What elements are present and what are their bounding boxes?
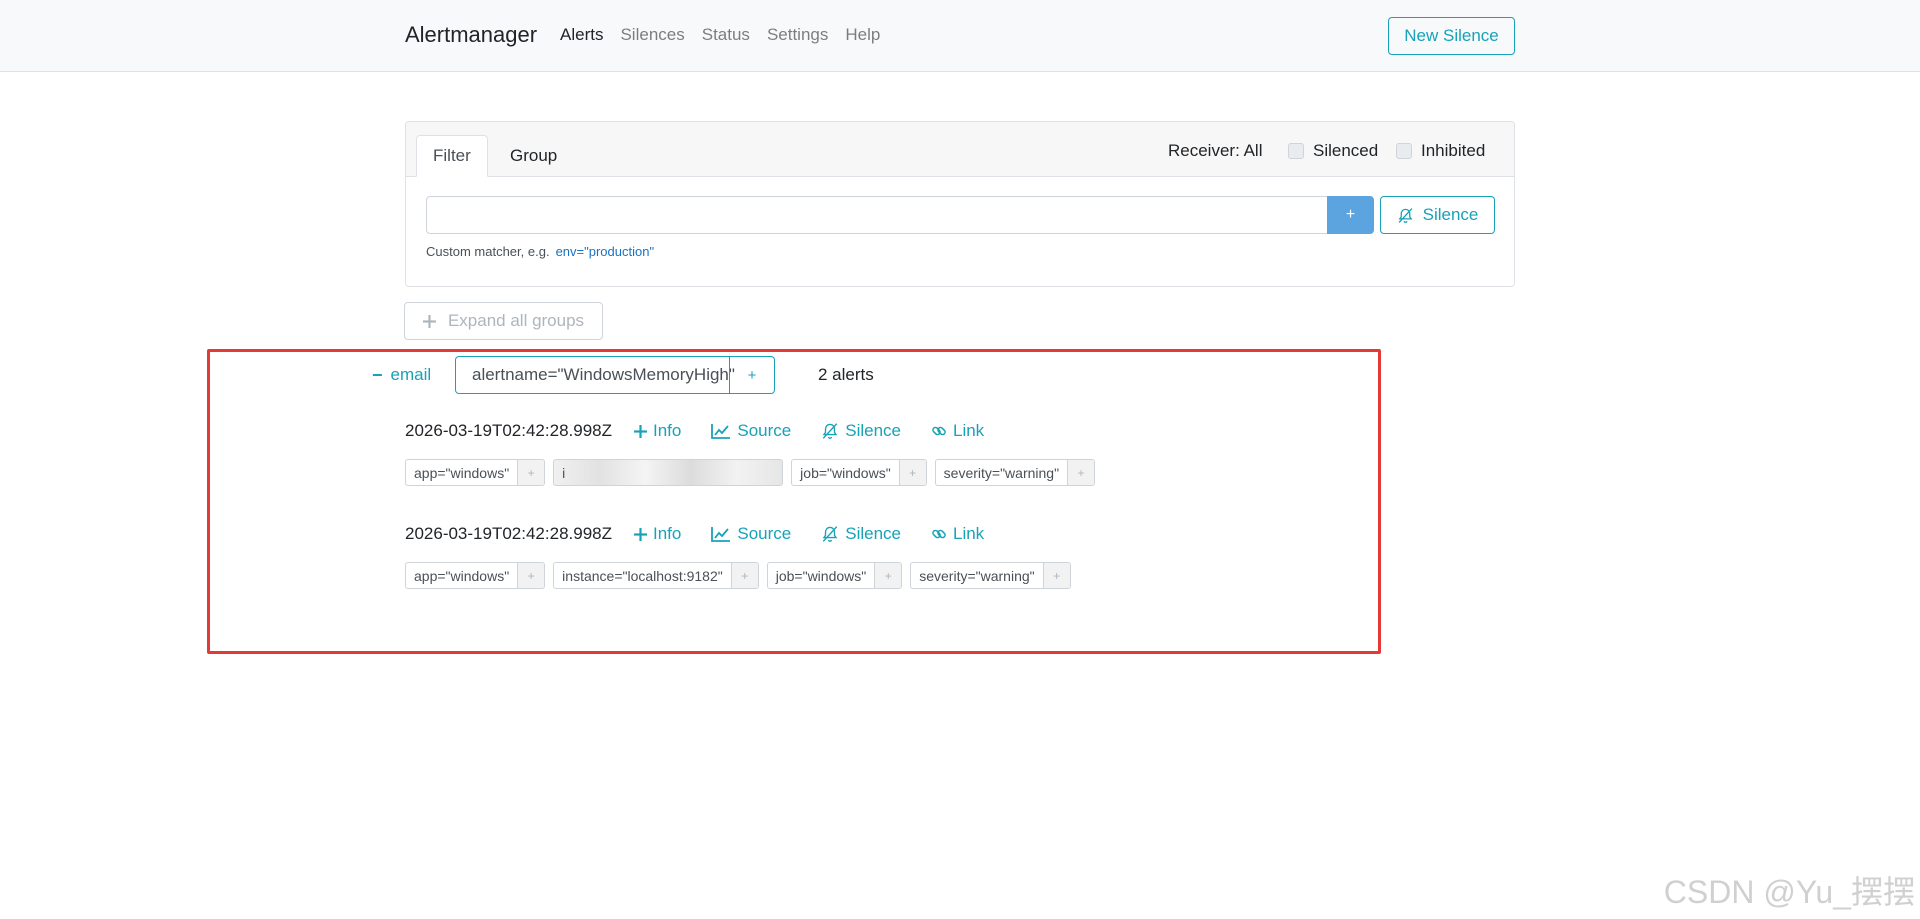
label-chip-add-button[interactable]: + <box>1042 563 1070 588</box>
info-label: Info <box>653 524 682 543</box>
link-label: Link <box>953 421 985 440</box>
alert-line: 2026-03-19T02:42:28.998Z Info Source Sil… <box>405 522 1079 546</box>
source-label: Source <box>737 524 792 543</box>
bell-slash-icon <box>1398 207 1413 223</box>
add-filter-button[interactable]: + <box>1327 196 1374 234</box>
link-icon <box>932 529 946 539</box>
label-chip: app="windows" + <box>405 562 546 589</box>
tab-filter[interactable]: Filter <box>416 135 488 177</box>
label-chip: app="windows" + <box>405 459 546 486</box>
filter-card: Filter Group Receiver: All Silenced Inhi… <box>405 121 1515 287</box>
bell-slash-icon <box>822 423 838 439</box>
group-label-text: alertname="WindowsMemoryHigh" <box>472 365 735 384</box>
minus-icon: − <box>372 364 383 385</box>
info-button[interactable]: Info <box>634 524 681 544</box>
label-chip: job="windows" + <box>791 459 927 486</box>
alert-timestamp: 2026-03-19T02:42:28.998Z <box>405 421 612 440</box>
highlight-box <box>207 349 1381 654</box>
label-chip-text: severity="warning" <box>919 567 1035 584</box>
silenced-checkbox-box[interactable] <box>1288 143 1304 159</box>
chart-line-icon <box>711 527 731 542</box>
alert-group-header: − email alertname="WindowsMemoryHigh" + … <box>372 356 874 394</box>
plus-icon <box>422 314 436 328</box>
link-icon <box>932 426 946 436</box>
expand-all-groups-button[interactable]: Expand all groups <box>404 302 603 340</box>
collapse-group-toggle[interactable]: − email <box>372 365 431 386</box>
label-chip: instance="localhost:9182" + <box>553 562 759 589</box>
bell-slash-icon <box>822 526 838 542</box>
matcher-hint: Custom matcher, e.g. env="production" <box>426 244 654 259</box>
silenced-checkbox[interactable]: Silenced <box>1288 141 1378 161</box>
nav-link-silences[interactable]: Silences <box>620 25 684 45</box>
plus-icon <box>634 424 647 438</box>
source-label: Source <box>737 421 792 440</box>
navbar: Alertmanager Alerts Silences Status Sett… <box>0 0 1920 72</box>
source-link[interactable]: Source <box>711 421 791 441</box>
label-chip-add-button[interactable]: + <box>517 563 545 588</box>
alert-labels: app="windows" + instance="localhost:9182"… <box>405 562 1079 589</box>
matcher-hint-text: Custom matcher, e.g. <box>426 244 550 259</box>
link-label: Link <box>953 524 985 543</box>
label-chip-redacted: i <box>553 459 784 486</box>
chart-line-icon <box>711 424 731 439</box>
source-link[interactable]: Source <box>711 524 791 544</box>
alert-link[interactable]: Link <box>931 421 984 441</box>
silence-filter-label: Silence <box>1422 205 1479 224</box>
alert-timestamp: 2026-03-19T02:42:28.998Z <box>405 524 612 543</box>
filter-card-header: Filter Group Receiver: All Silenced Inhi… <box>406 122 1514 177</box>
label-chip-text: job="windows" <box>775 567 867 584</box>
nav-link-alerts[interactable]: Alerts <box>560 25 603 45</box>
label-chip-add-button[interactable]: + <box>874 563 902 588</box>
silence-filter-button[interactable]: Silence <box>1380 196 1495 234</box>
label-chip-add-button[interactable]: + <box>898 460 926 485</box>
label-chip-text: instance="localhost:9182" <box>562 567 723 584</box>
silence-alert-label: Silence <box>845 524 901 543</box>
nav-links: Alerts Silences Status Settings Help <box>560 25 897 45</box>
label-chip: job="windows" + <box>766 562 903 589</box>
nav-link-status[interactable]: Status <box>702 25 750 45</box>
label-chip: severity="warning" + <box>934 459 1096 486</box>
alert-count: 2 alerts <box>818 365 874 384</box>
label-chip-text: job="windows" <box>800 464 891 481</box>
info-label: Info <box>653 421 682 440</box>
expand-all-groups-label: Expand all groups <box>447 311 585 330</box>
silenced-label: Silenced <box>1313 141 1379 160</box>
alert-item: 2026-03-19T02:42:28.998Z Info Source Sil… <box>405 419 1103 486</box>
matcher-hint-example[interactable]: env="production" <box>556 244 655 259</box>
filter-input[interactable] <box>426 196 1333 234</box>
new-silence-button[interactable]: New Silence <box>1388 17 1515 55</box>
brand-title[interactable]: Alertmanager <box>405 22 537 48</box>
label-chip-text: app="windows" <box>414 567 510 584</box>
label-chip-add-button[interactable]: + <box>1067 460 1095 485</box>
inhibited-checkbox[interactable]: Inhibited <box>1396 141 1485 161</box>
label-chip: severity="warning" + <box>910 562 1071 589</box>
label-chip-add-button[interactable]: + <box>730 563 758 588</box>
silence-alert-button[interactable]: Silence <box>821 421 901 441</box>
alert-line: 2026-03-19T02:42:28.998Z Info Source Sil… <box>405 419 1103 443</box>
label-chip-text: i <box>562 464 566 481</box>
silence-alert-button[interactable]: Silence <box>821 524 901 544</box>
label-chip-text: app="windows" <box>414 464 510 481</box>
alert-labels: app="windows" + i job="windows" + severity… <box>405 459 1103 486</box>
receiver-selector[interactable]: Receiver: All <box>1168 141 1262 161</box>
label-chip-text: severity="warning" <box>943 464 1060 481</box>
group-receiver-label: email <box>390 365 432 384</box>
watermark: CSDN @Yu_摆摆 <box>1663 874 1915 910</box>
nav-link-settings[interactable]: Settings <box>767 25 828 45</box>
alert-item: 2026-03-19T02:42:28.998Z Info Source Sil… <box>405 522 1079 589</box>
label-chip-add-button[interactable]: + <box>517 460 545 485</box>
plus-icon <box>634 527 647 541</box>
inhibited-label: Inhibited <box>1421 141 1486 160</box>
tab-group[interactable]: Group <box>494 135 573 177</box>
silence-alert-label: Silence <box>845 421 901 440</box>
alert-link[interactable]: Link <box>931 524 984 544</box>
group-label: alertname="WindowsMemoryHigh" + <box>455 356 775 394</box>
inhibited-checkbox-box[interactable] <box>1396 143 1412 159</box>
nav-link-help[interactable]: Help <box>845 25 880 45</box>
group-label-add-button[interactable]: + <box>729 357 774 393</box>
info-button[interactable]: Info <box>634 421 681 441</box>
